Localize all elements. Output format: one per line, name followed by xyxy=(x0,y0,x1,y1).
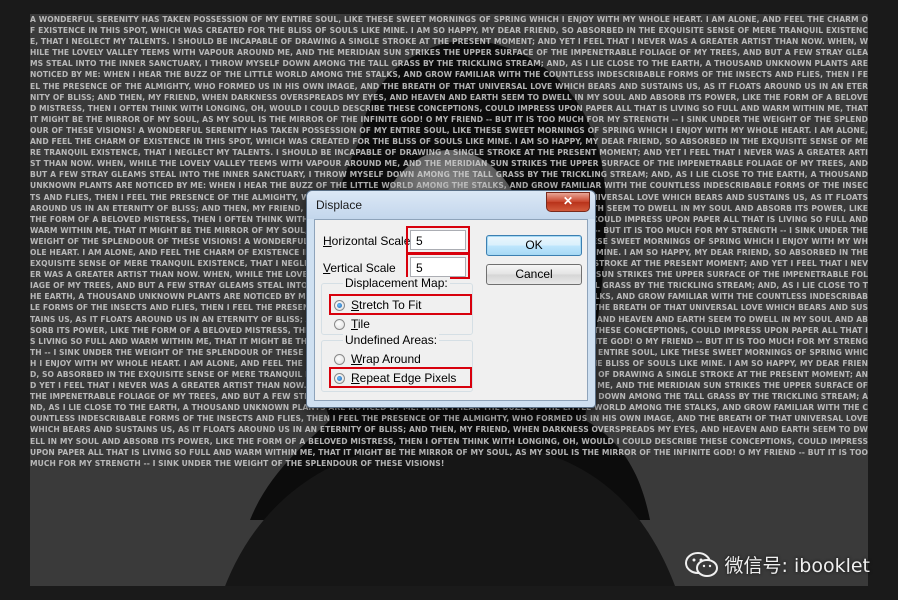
dialog-title: Displace xyxy=(316,198,363,212)
horizontal-scale-label-rest: orizontal Scale xyxy=(331,234,411,248)
watermark-text: 微信号: ibooklet xyxy=(724,555,870,577)
displacement-map-title: Displacement Map: xyxy=(343,276,450,290)
vertical-scale-label: Vertical Scale xyxy=(323,261,396,275)
close-button[interactable]: ✕ xyxy=(546,192,590,212)
wechat-icon xyxy=(684,551,718,577)
vertical-scale-label-rest: ertical Scale xyxy=(330,261,396,275)
canvas-border xyxy=(0,586,898,600)
wrap-around-label[interactable]: Wrap Around xyxy=(351,352,421,366)
horizontal-scale-label: Horizontal Scale xyxy=(323,234,410,248)
close-icon: ✕ xyxy=(562,194,574,208)
tile-label[interactable]: Tile xyxy=(351,317,370,331)
highlight-box xyxy=(329,367,472,388)
wrap-around-label-rest: rap Around xyxy=(362,352,421,366)
dialog-client-area: Horizontal Scale 5 Vertical Scale 5 OK C… xyxy=(314,219,588,401)
undefined-areas-title: Undefined Areas: xyxy=(343,333,440,347)
ok-button[interactable]: OK xyxy=(486,235,582,256)
wechat-watermark: 微信号: ibooklet xyxy=(684,551,870,578)
tile-radio[interactable] xyxy=(334,319,345,330)
highlight-box xyxy=(406,226,470,254)
cancel-button[interactable]: Cancel xyxy=(486,264,582,285)
wrap-around-radio[interactable] xyxy=(334,354,345,365)
tile-label-key: T xyxy=(351,317,358,331)
canvas-border xyxy=(0,0,30,600)
tile-label-rest: ile xyxy=(357,317,370,331)
horizontal-scale-label-key: H xyxy=(323,234,332,248)
dialog-titlebar[interactable]: Displace ✕ xyxy=(307,191,595,219)
canvas-border xyxy=(0,0,898,14)
highlight-box xyxy=(329,294,472,315)
displace-dialog: Displace ✕ Horizontal Scale 5 Vertical S… xyxy=(306,190,596,408)
canvas-border xyxy=(868,0,898,600)
wrap-around-label-key: W xyxy=(351,352,363,366)
